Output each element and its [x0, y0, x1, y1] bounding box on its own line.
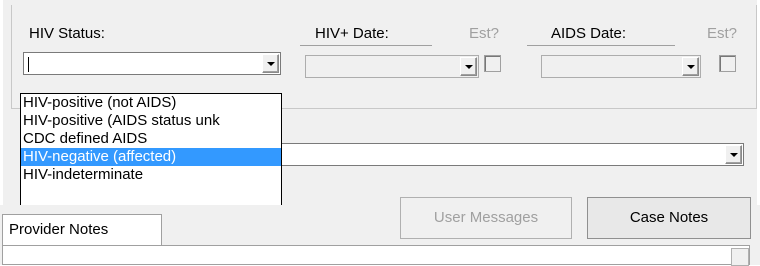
secondary-combo[interactable]: [273, 143, 744, 166]
hiv-status-combo[interactable]: [23, 52, 281, 75]
notes-content-area[interactable]: [2, 245, 750, 266]
text-cursor: [28, 57, 29, 72]
case-notes-button[interactable]: Case Notes: [587, 197, 751, 239]
hiv-status-dropdown-list: HIV-positive (not AIDS) HIV-positive (AI…: [20, 93, 282, 206]
user-messages-button[interactable]: User Messages: [400, 197, 572, 239]
divider: [527, 45, 675, 46]
hiv-date-combo[interactable]: [305, 55, 479, 78]
chevron-down-icon[interactable]: [725, 145, 742, 164]
hiv-date-label: HIV+ Date:: [315, 25, 389, 42]
hiv-date-est-checkbox[interactable]: [484, 55, 501, 72]
divider: [300, 45, 432, 46]
dropdown-option[interactable]: HIV-positive (AIDS status unk: [21, 112, 281, 130]
chevron-down-icon[interactable]: [460, 57, 477, 76]
aids-date-combo[interactable]: [541, 55, 701, 78]
dropdown-option-selected[interactable]: HIV-negative (affected): [21, 148, 281, 166]
dropdown-option[interactable]: HIV-indeterminate: [21, 166, 281, 184]
aids-date-label: AIDS Date:: [551, 25, 627, 42]
chevron-down-icon[interactable]: [262, 54, 279, 73]
hiv-date-est-label: Est?: [469, 25, 500, 42]
dropdown-option[interactable]: HIV-positive (not AIDS): [21, 94, 281, 112]
tab-provider-notes[interactable]: Provider Notes: [2, 214, 162, 245]
hiv-status-label: HIV Status:: [29, 25, 105, 42]
chevron-down-icon[interactable]: [682, 57, 699, 76]
aids-date-est-checkbox[interactable]: [719, 55, 736, 72]
dropdown-option[interactable]: CDC defined AIDS: [21, 130, 281, 148]
scroll-up-button[interactable]: [731, 248, 749, 266]
aids-date-est-label: Est?: [707, 25, 738, 42]
